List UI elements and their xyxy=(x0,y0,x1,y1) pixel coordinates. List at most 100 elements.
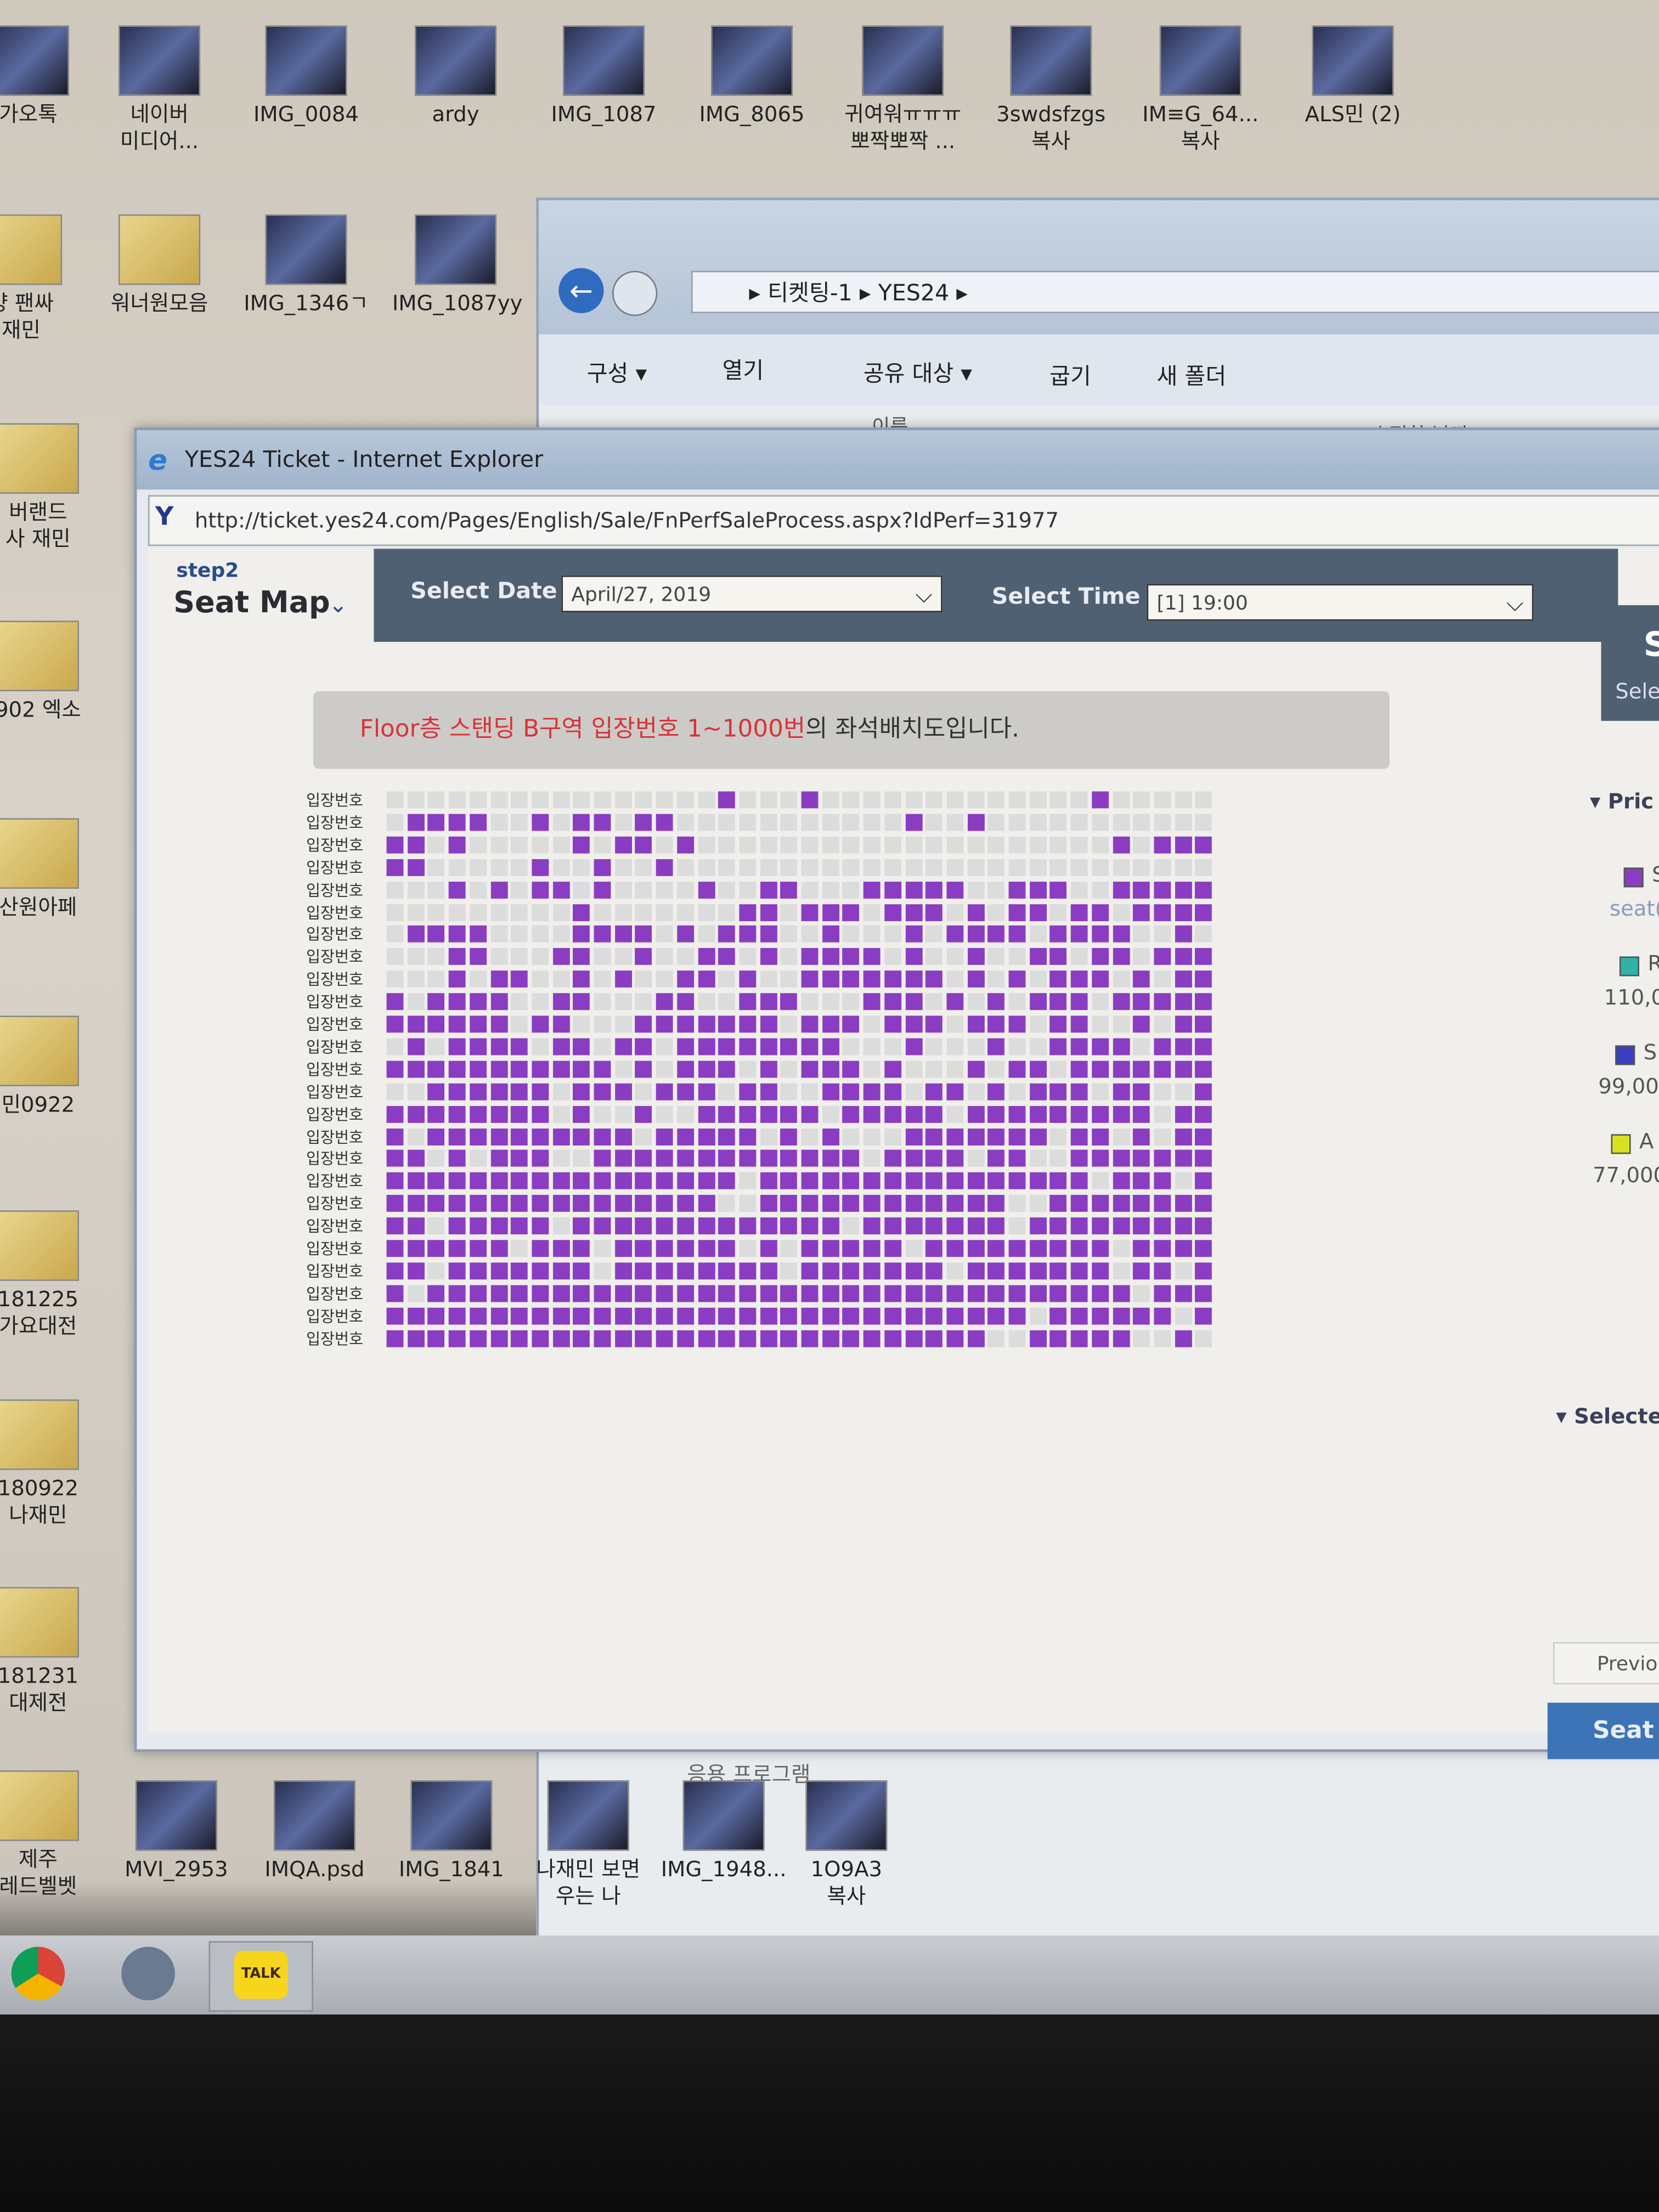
seat-available[interactable] xyxy=(573,1329,590,1347)
seat-available[interactable] xyxy=(926,1307,943,1324)
burn-button[interactable]: 굽기 xyxy=(1049,357,1091,391)
seat-available[interactable] xyxy=(490,1105,507,1122)
seat-available[interactable] xyxy=(532,881,549,898)
seat-available[interactable] xyxy=(884,1150,901,1167)
seat-available[interactable] xyxy=(573,993,590,1011)
seat-available[interactable] xyxy=(1050,1172,1067,1190)
seat-available[interactable] xyxy=(884,881,901,898)
seat-available[interactable] xyxy=(1195,1240,1212,1257)
seat-available[interactable] xyxy=(469,993,487,1011)
seat-available[interactable] xyxy=(1112,1307,1130,1324)
seat-available[interactable] xyxy=(1195,1105,1212,1122)
seat-available[interactable] xyxy=(905,814,922,831)
seat-available[interactable] xyxy=(1070,970,1088,988)
desktop-icon[interactable]: 네이버 미디어... xyxy=(96,25,223,154)
seat-available[interactable] xyxy=(1008,1172,1026,1190)
seat-available[interactable] xyxy=(946,1150,963,1167)
seat-available[interactable] xyxy=(448,881,466,898)
seat-available[interactable] xyxy=(1154,1217,1171,1235)
seat-available[interactable] xyxy=(1029,1060,1047,1078)
seat-available[interactable] xyxy=(988,1307,1005,1324)
seat-available[interactable] xyxy=(718,1127,736,1145)
seat-available[interactable] xyxy=(1174,836,1192,854)
seat-available[interactable] xyxy=(1133,993,1150,1011)
seat-available[interactable] xyxy=(863,948,881,966)
seat-available[interactable] xyxy=(780,1195,798,1212)
seat-available[interactable] xyxy=(386,859,404,876)
seat-available[interactable] xyxy=(946,926,963,943)
seat-available[interactable] xyxy=(946,1127,963,1145)
seat-available[interactable] xyxy=(552,881,569,898)
seat-available[interactable] xyxy=(469,1285,487,1302)
desktop-icon[interactable]: 제주 레드벨벳 xyxy=(0,1770,101,1899)
seat-available[interactable] xyxy=(1133,1060,1150,1078)
seat-available[interactable] xyxy=(863,1105,881,1122)
desktop-icon[interactable]: IMG_1087 xyxy=(540,25,667,128)
seat-available[interactable] xyxy=(843,948,860,966)
seat-available[interactable] xyxy=(718,1150,736,1167)
chevron-down-icon[interactable]: ⌄ xyxy=(329,591,347,618)
desktop-icon[interactable]: ardy xyxy=(392,25,519,128)
seat-available[interactable] xyxy=(532,859,549,876)
seat-available[interactable] xyxy=(822,903,839,921)
seat-available[interactable] xyxy=(1008,903,1026,921)
seat-available[interactable] xyxy=(697,970,715,988)
seat-available[interactable] xyxy=(905,1262,922,1279)
seat-available[interactable] xyxy=(573,1105,590,1122)
share-menu[interactable]: 공유 대상 ▾ xyxy=(864,354,972,388)
seat-available[interactable] xyxy=(863,1329,881,1347)
seat-available[interactable] xyxy=(1050,1015,1067,1033)
seat-available[interactable] xyxy=(407,1262,425,1279)
seat-available[interactable] xyxy=(573,1195,590,1212)
seat-available[interactable] xyxy=(1050,1262,1067,1279)
seat-available[interactable] xyxy=(718,1262,736,1279)
seat-available[interactable] xyxy=(635,1217,652,1235)
seat-available[interactable] xyxy=(926,1217,943,1235)
seat-available[interactable] xyxy=(759,1307,777,1324)
desktop-icon[interactable]: IMG_1948... xyxy=(660,1780,787,1883)
seat-available[interactable] xyxy=(1174,881,1192,898)
seat-available[interactable] xyxy=(759,881,777,898)
seat-available[interactable] xyxy=(822,1127,839,1145)
seat-available[interactable] xyxy=(1112,1060,1130,1078)
seat-available[interactable] xyxy=(1112,1083,1130,1100)
seat-available[interactable] xyxy=(511,1307,528,1324)
desktop-icon[interactable]: 3swdsfzgs 복사 xyxy=(988,25,1114,154)
seat-available[interactable] xyxy=(1195,1127,1212,1145)
seat-available[interactable] xyxy=(614,836,632,854)
seat-available[interactable] xyxy=(532,1262,549,1279)
seat-available[interactable] xyxy=(1050,1307,1067,1324)
seat-available[interactable] xyxy=(780,1285,798,1302)
seat-available[interactable] xyxy=(552,1195,569,1212)
seat-available[interactable] xyxy=(635,836,652,854)
seat-available[interactable] xyxy=(1050,1038,1067,1056)
seat-available[interactable] xyxy=(759,1240,777,1257)
seat-available[interactable] xyxy=(428,1083,445,1100)
seat-available[interactable] xyxy=(1174,948,1192,966)
seat-available[interactable] xyxy=(428,1307,445,1324)
seat-available[interactable] xyxy=(428,1105,445,1122)
seat-available[interactable] xyxy=(1133,1105,1150,1122)
seat-available[interactable] xyxy=(718,791,736,809)
seat-available[interactable] xyxy=(1050,881,1067,898)
seat-available[interactable] xyxy=(739,926,756,943)
seat-available[interactable] xyxy=(511,1150,528,1167)
seat-available[interactable] xyxy=(614,1285,632,1302)
breadcrumb-item[interactable]: 티켓팅-1 xyxy=(768,279,853,306)
seat-available[interactable] xyxy=(946,1285,963,1302)
seat-available[interactable] xyxy=(676,1262,694,1279)
seat-available[interactable] xyxy=(1091,1127,1109,1145)
seat-available[interactable] xyxy=(448,1015,466,1033)
seat-available[interactable] xyxy=(1008,1127,1026,1145)
seat-available[interactable] xyxy=(386,1060,404,1078)
select-time-dropdown[interactable]: [1] 19:00 ⌵ xyxy=(1147,584,1534,621)
seat-available[interactable] xyxy=(1174,926,1192,943)
seat-available[interactable] xyxy=(967,970,984,988)
seat-available[interactable] xyxy=(448,1105,466,1122)
seat-available[interactable] xyxy=(697,1105,715,1122)
seat-available[interactable] xyxy=(407,1015,425,1033)
seat-available[interactable] xyxy=(926,970,943,988)
seat-available[interactable] xyxy=(1008,1262,1026,1279)
seat-available[interactable] xyxy=(1091,1217,1109,1235)
seat-available[interactable] xyxy=(905,1038,922,1056)
